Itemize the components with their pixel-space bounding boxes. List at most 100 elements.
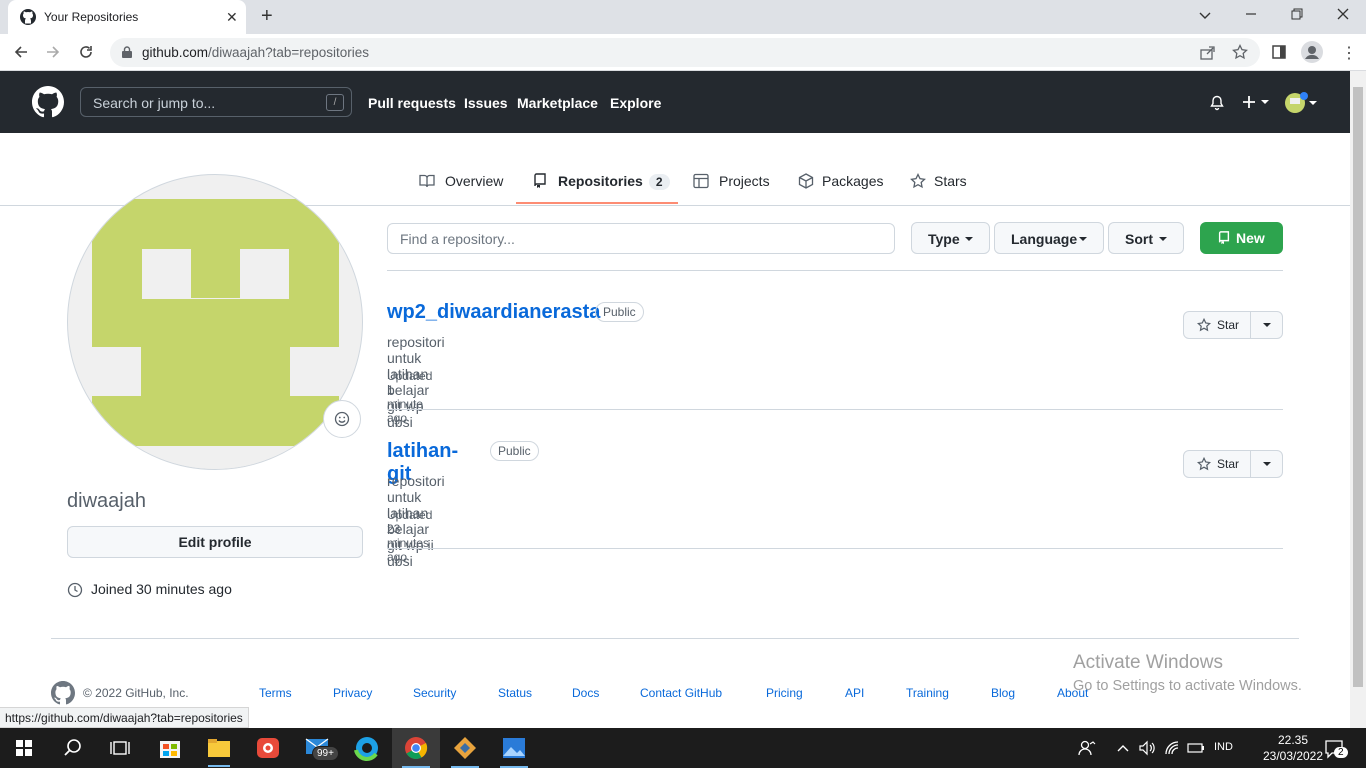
people-icon[interactable]: [1078, 739, 1096, 757]
sort-filter-button[interactable]: Sort: [1108, 222, 1184, 254]
footer-link-terms[interactable]: Terms: [259, 686, 292, 700]
reload-icon[interactable]: [78, 44, 94, 60]
profile-icon[interactable]: [1301, 41, 1323, 63]
close-window-icon[interactable]: [1337, 8, 1349, 20]
smiley-icon: [334, 411, 350, 427]
nav-pull-requests[interactable]: Pull requests: [368, 95, 456, 111]
notifications-bell-icon[interactable]: [1209, 95, 1225, 111]
input-language[interactable]: IND: [1214, 741, 1233, 753]
clock-date: 23/03/2022: [1262, 749, 1324, 763]
divider: [387, 548, 1283, 549]
star-button-label: Star: [1217, 318, 1240, 332]
watermark-subtitle: Go to Settings to activate Windows.: [1073, 678, 1302, 694]
book-icon: [419, 173, 435, 189]
volume-icon[interactable]: [1139, 740, 1157, 756]
footer-link-api[interactable]: API: [845, 686, 864, 700]
profile-username: diwaajah: [67, 490, 146, 512]
github-footer-logo-icon[interactable]: [51, 681, 75, 705]
forward-icon[interactable]: [45, 44, 61, 60]
page-scrollbar[interactable]: [1350, 71, 1366, 728]
mail-icon[interactable]: 99+: [294, 728, 342, 768]
find-repository-input[interactable]: Find a repository...: [387, 223, 895, 254]
find-repository-placeholder: Find a repository...: [400, 231, 515, 247]
star-list-dropdown-icon[interactable]: [1263, 462, 1271, 466]
lock-icon[interactable]: [122, 46, 132, 58]
browser-tab-bar: Your Repositories ✕ +: [0, 0, 1366, 34]
github-favicon-icon: [20, 9, 36, 25]
footer-link-contact[interactable]: Contact GitHub: [640, 686, 722, 700]
footer-copyright: © 2022 GitHub, Inc.: [83, 686, 189, 700]
divider: [1250, 312, 1251, 338]
repositories-count-badge: 2: [648, 174, 670, 190]
share-icon[interactable]: [1200, 45, 1215, 60]
edit-profile-button[interactable]: Edit profile: [67, 526, 363, 558]
restore-icon[interactable]: [1291, 8, 1303, 20]
star-icon: [1197, 318, 1211, 332]
user-avatar-icon[interactable]: [1285, 91, 1319, 115]
camera-app-icon[interactable]: [244, 728, 292, 768]
new-tab-icon[interactable]: +: [261, 5, 273, 28]
star-icon: [1197, 457, 1211, 471]
windows-start-icon[interactable]: [0, 728, 48, 768]
menu-dots-icon[interactable]: ⋮: [1341, 43, 1357, 63]
photos-icon[interactable]: [490, 728, 538, 768]
bookmark-star-icon[interactable]: [1232, 44, 1248, 60]
chevron-up-icon[interactable]: [1116, 741, 1130, 755]
git-app-icon[interactable]: [441, 728, 489, 768]
search-placeholder: Search or jump to...: [93, 95, 216, 111]
chrome-icon[interactable]: [392, 728, 440, 768]
repo-name-link[interactable]: wp2_diwaardianerasta: [387, 301, 600, 324]
minimize-icon[interactable]: [1245, 8, 1257, 20]
set-status-button[interactable]: [323, 400, 361, 438]
repo-icon: [532, 173, 548, 189]
joined-text: Joined 30 minutes ago: [91, 581, 232, 597]
task-view-icon[interactable]: [96, 728, 144, 768]
edge-icon[interactable]: [343, 728, 391, 768]
footer-link-docs[interactable]: Docs: [572, 686, 599, 700]
divider: [387, 270, 1283, 271]
nav-marketplace[interactable]: Marketplace: [517, 95, 598, 111]
tab-overview-label: Overview: [445, 173, 504, 189]
nav-explore[interactable]: Explore: [610, 95, 661, 111]
github-header: Search or jump to... / Pull requests Iss…: [0, 71, 1350, 133]
windows-taskbar: 99+ IND 22.35 23/03/2022 2: [0, 728, 1366, 768]
footer-link-training[interactable]: Training: [906, 686, 949, 700]
search-input[interactable]: Search or jump to... /: [80, 87, 352, 117]
mail-unread-badge: 99+: [312, 746, 339, 761]
github-logo-icon[interactable]: [32, 86, 64, 118]
file-explorer-icon[interactable]: [195, 728, 243, 768]
scrollbar-thumb[interactable]: [1353, 87, 1363, 687]
language-filter-button[interactable]: Language: [994, 222, 1104, 254]
star-button[interactable]: Star: [1183, 450, 1283, 478]
footer-link-security[interactable]: Security: [413, 686, 456, 700]
browser-tab[interactable]: Your Repositories ✕: [8, 0, 246, 34]
footer-link-blog[interactable]: Blog: [991, 686, 1015, 700]
nav-issues[interactable]: Issues: [464, 95, 508, 111]
browser-toolbar: github.com/diwaajah?tab=repositories ⋮: [0, 34, 1366, 71]
back-icon[interactable]: [13, 44, 29, 60]
footer-link-privacy[interactable]: Privacy: [333, 686, 372, 700]
visibility-badge: Public: [595, 302, 644, 322]
divider: [387, 409, 1283, 410]
close-tab-icon[interactable]: ✕: [226, 9, 238, 26]
microsoft-store-icon[interactable]: [146, 728, 194, 768]
star-list-dropdown-icon[interactable]: [1263, 323, 1271, 327]
tab-search-icon[interactable]: [1198, 8, 1212, 22]
package-icon: [798, 173, 814, 189]
wifi-icon[interactable]: [1164, 740, 1182, 756]
avatar[interactable]: [67, 174, 363, 470]
search-icon[interactable]: [48, 728, 96, 768]
new-repository-button[interactable]: New: [1200, 222, 1283, 254]
star-button[interactable]: Star: [1183, 311, 1283, 339]
create-new-plus-icon[interactable]: [1242, 93, 1270, 111]
system-clock[interactable]: 22.35 23/03/2022: [1258, 732, 1328, 764]
footer-link-status[interactable]: Status: [498, 686, 532, 700]
address-bar[interactable]: github.com/diwaajah?tab=repositories: [110, 38, 1260, 67]
side-panel-icon[interactable]: [1272, 45, 1286, 59]
type-filter-button[interactable]: Type: [911, 222, 990, 254]
footer-link-pricing[interactable]: Pricing: [766, 686, 803, 700]
battery-icon[interactable]: [1187, 741, 1205, 755]
url-host: github.com: [142, 45, 209, 60]
chevron-down-icon: [965, 237, 973, 241]
notifications-icon[interactable]: 2: [1325, 739, 1348, 759]
